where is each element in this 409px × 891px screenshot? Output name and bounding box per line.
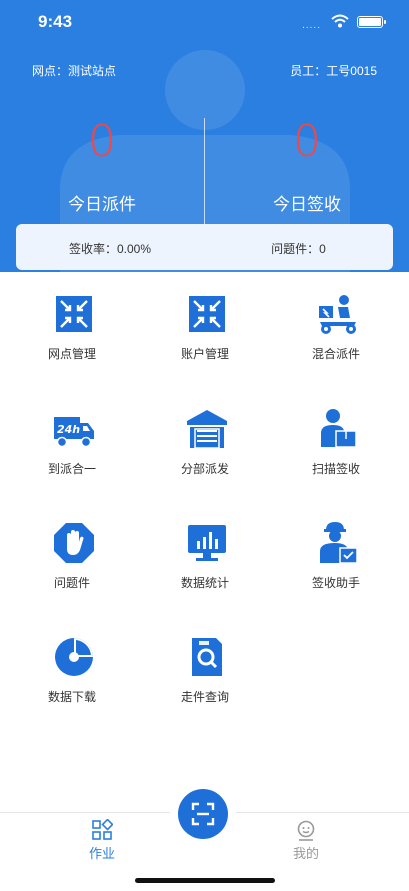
delivery-scooter-icon: [319, 295, 356, 334]
signal-icon: .....: [302, 20, 321, 31]
courier-parcel-icon: [321, 409, 357, 448]
status-time: 9:43: [38, 12, 73, 31]
sign-rate-text: 签收率：0.00%: [68, 242, 152, 256]
menu-label: 数据下载: [47, 690, 96, 704]
today-dispatch-count: 0: [88, 116, 116, 167]
menu-label: 网点管理: [47, 347, 96, 361]
status-bar: 9:43 .....: [0, 0, 409, 46]
warehouse-icon: [187, 410, 227, 449]
scan-icon: [191, 802, 215, 826]
search-doc-icon: [192, 638, 222, 676]
menu-label: 数据统计: [180, 576, 229, 590]
today-sign-label: 今日签收: [273, 195, 341, 214]
menu-item-account-management[interactable]: 账户管理: [137, 288, 273, 378]
svg-text:24h: 24h: [57, 423, 80, 436]
today-sign-stat[interactable]: 0 今日签收: [205, 118, 409, 215]
menu-label: 到派合一: [47, 462, 96, 476]
grid-icon: [92, 819, 113, 840]
menu-item-data-download[interactable]: 数据下载: [4, 631, 140, 721]
today-dispatch-label: 今日派件: [68, 195, 136, 214]
menu-item-scan-sign[interactable]: 扫描签收: [268, 403, 404, 493]
shrink-arrows-icon: [189, 296, 225, 332]
pie-download-icon: [55, 638, 93, 676]
menu-item-arrive-dispatch[interactable]: 24h 到派合一: [4, 403, 140, 493]
menu-label: 账户管理: [180, 347, 229, 361]
menu-label: 签收助手: [311, 576, 360, 590]
site-label: 网点：测试站点: [32, 64, 117, 78]
scan-button-wrap: [170, 782, 236, 848]
stop-hand-icon: [54, 523, 94, 563]
today-dispatch-stat[interactable]: 0 今日派件: [0, 118, 204, 215]
today-sign-count: 0: [293, 116, 321, 167]
staff-label: 员工：工号0015: [290, 64, 377, 78]
menu-item-problem[interactable]: 问题件: [4, 517, 140, 607]
tab-mine[interactable]: 我的: [256, 819, 356, 862]
monitor-chart-icon: [188, 525, 226, 561]
menu-item-branch-dispatch[interactable]: 分部派发: [137, 403, 273, 493]
tab-mine-label: 我的: [292, 846, 319, 861]
menu-label: 问题件: [53, 576, 90, 590]
menu-label: 走件查询: [180, 690, 229, 704]
menu-item-sign-assistant[interactable]: 签收助手: [268, 517, 404, 607]
menu-item-waybill-query[interactable]: 走件查询: [137, 631, 273, 721]
menu-item-mixed-dispatch[interactable]: 混合派件: [268, 288, 404, 378]
menu-label: 分部派发: [180, 462, 229, 476]
scan-button[interactable]: [178, 789, 228, 839]
tab-work-label: 作业: [88, 846, 115, 861]
menu-item-site-management[interactable]: 网点管理: [4, 288, 140, 378]
tab-work[interactable]: 作业: [52, 819, 152, 862]
wifi-icon: [331, 14, 349, 28]
menu-item-statistics[interactable]: 数据统计: [137, 517, 273, 607]
battery-icon: [357, 16, 386, 28]
shrink-arrows-icon: [56, 296, 92, 332]
rate-card: 签收率：0.00% 问题件：0: [16, 224, 393, 270]
user-face-icon: [297, 820, 315, 841]
home-indicator: [135, 878, 275, 883]
truck-24h-icon: 24h: [54, 417, 94, 448]
menu-label: 扫描签收: [311, 462, 360, 476]
site-info-row: 网点：测试站点 员工：工号0015: [0, 62, 409, 80]
problem-count-text[interactable]: 问题件：0: [204, 240, 393, 257]
menu-label: 混合派件: [311, 347, 360, 361]
assistant-icon: [320, 522, 358, 564]
